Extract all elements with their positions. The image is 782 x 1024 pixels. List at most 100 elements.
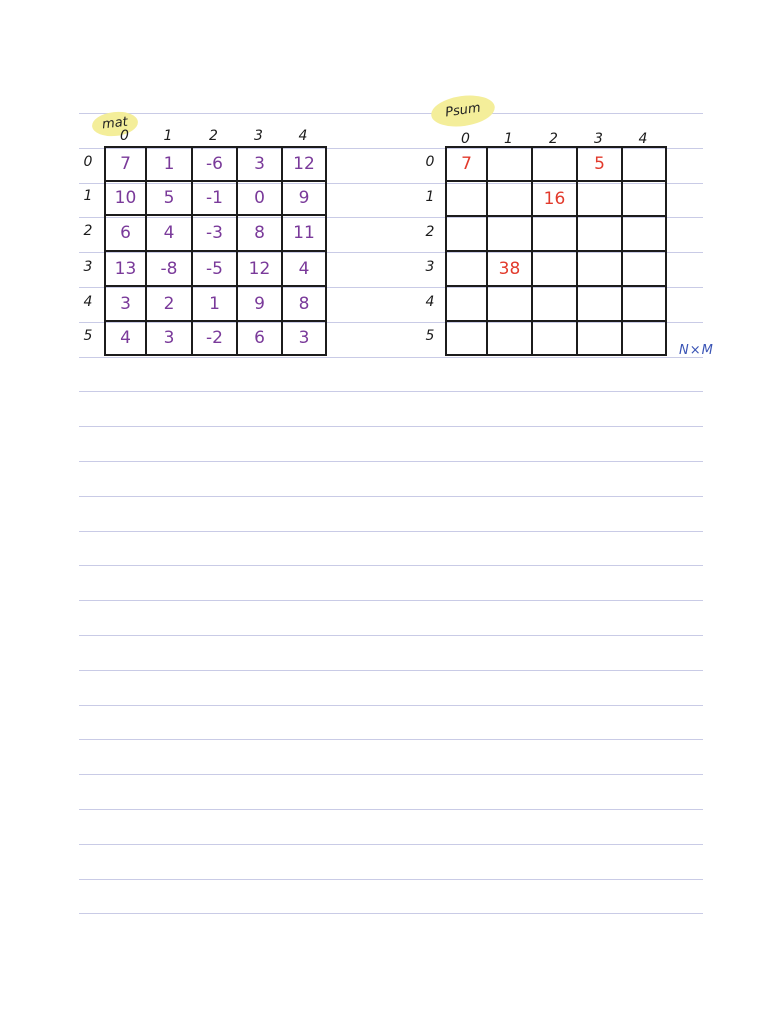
psum-cell (621, 320, 667, 356)
psum-cell (576, 180, 623, 217)
psum-cell (531, 215, 578, 252)
psum-cell (486, 285, 533, 322)
mat-cell: -1 (191, 180, 238, 216)
psum-cell (621, 146, 667, 182)
ruled-line (79, 739, 703, 740)
mat-cell: 8 (281, 285, 327, 322)
ruled-line (79, 565, 703, 566)
mat-col-header: 2 (209, 128, 218, 144)
ruled-line (79, 879, 703, 880)
mat-cell: 1 (145, 146, 193, 182)
ruled-line (79, 496, 703, 497)
ruled-line (79, 600, 703, 601)
mat-row-header: 2 (83, 223, 93, 239)
ruled-line (79, 461, 703, 462)
mat-cell: 9 (236, 285, 283, 322)
psum-label: Psum (429, 91, 497, 131)
mat-cell: 12 (236, 250, 283, 287)
mat-cell: -3 (191, 214, 238, 252)
mat-cell: 3 (104, 285, 147, 322)
mat-cell: -6 (191, 146, 238, 182)
psum-cell (445, 180, 488, 217)
ruled-line (79, 391, 703, 392)
psum-row-header: 2 (425, 223, 435, 240)
notebook-page: mat Psum 0 1 2 3 4 0 1 2 3 4 5 7 1 -6 3 12 10 5 -1 0 9 6 4 -3 8 1… (0, 0, 782, 1024)
ruled-line (79, 913, 703, 914)
psum-cell (531, 320, 578, 356)
ruled-line (79, 705, 703, 706)
mat-col-header: 0 (120, 128, 129, 144)
ruled-line (79, 774, 703, 775)
psum-col-header: 1 (504, 131, 513, 147)
psum-cell: 16 (531, 180, 578, 217)
psum-cell (445, 250, 488, 287)
mat-cell: 8 (236, 214, 283, 252)
psum-cell (531, 146, 578, 182)
psum-row-header: 1 (425, 188, 435, 205)
psum-row-header: 3 (425, 258, 435, 275)
psum-cell (576, 250, 623, 287)
psum-cell (486, 146, 533, 182)
ruled-line (79, 809, 703, 810)
psum-cell: 38 (486, 250, 533, 287)
mat-cell: 4 (281, 250, 327, 287)
ruled-line (79, 357, 703, 358)
psum-cell (576, 215, 623, 252)
psum-cell (576, 285, 623, 322)
ruled-line (79, 113, 703, 114)
mat-cell: 6 (104, 214, 147, 252)
mat-row-header: 1 (83, 188, 93, 204)
mat-cell: 6 (236, 320, 283, 356)
mat-row-header: 3 (83, 258, 93, 275)
psum-cell (621, 180, 667, 217)
psum-cell (531, 285, 578, 322)
mat-cell: 0 (236, 180, 283, 216)
psum-col-header: 4 (638, 131, 648, 147)
mat-row-header: 5 (83, 328, 93, 344)
psum-row-header: 5 (425, 328, 435, 344)
psum-cell (621, 285, 667, 322)
mat-cell: -8 (145, 250, 193, 287)
mat-cell: -2 (191, 320, 238, 356)
mat-cell: -5 (191, 250, 238, 287)
psum-col-header: 3 (594, 131, 603, 147)
psum-cell: 7 (445, 146, 488, 182)
dimension-note: N×M (679, 343, 714, 358)
mat-cell: 3 (145, 320, 193, 356)
mat-cell: 10 (104, 180, 147, 216)
mat-cell: 7 (104, 146, 147, 182)
mat-cell: 11 (281, 214, 327, 252)
psum-cell (445, 320, 488, 356)
psum-cell (576, 320, 623, 356)
mat-col-header: 1 (163, 128, 173, 144)
psum-cell (486, 320, 533, 356)
mat-cell: 3 (236, 146, 283, 182)
mat-cell: 5 (145, 180, 193, 216)
mat-cell: 1 (191, 285, 238, 322)
mat-cell: 2 (145, 285, 193, 322)
ruled-line (79, 670, 703, 671)
mat-cell: 4 (145, 214, 193, 252)
psum-col-header: 0 (461, 131, 470, 147)
psum-col-header: 2 (549, 131, 558, 147)
psum-cell (621, 250, 667, 287)
mat-row-header: 0 (83, 154, 93, 170)
ruled-line (79, 531, 703, 532)
mat-col-header: 4 (298, 128, 308, 144)
psum-row-header: 0 (425, 154, 435, 170)
psum-cell (621, 215, 667, 252)
psum-row-header: 4 (425, 293, 435, 310)
mat-cell: 3 (281, 320, 327, 356)
mat-cell: 4 (104, 320, 147, 356)
psum-cell (531, 250, 578, 287)
ruled-line (79, 635, 703, 636)
psum-cell (445, 285, 488, 322)
mat-cell: 9 (281, 180, 327, 216)
ruled-line (79, 844, 703, 845)
mat-cell: 12 (281, 146, 327, 182)
mat-cell: 13 (104, 250, 147, 287)
psum-cell (445, 215, 488, 252)
mat-col-header: 3 (254, 128, 263, 144)
psum-cell (486, 215, 533, 252)
mat-row-header: 4 (83, 293, 93, 310)
